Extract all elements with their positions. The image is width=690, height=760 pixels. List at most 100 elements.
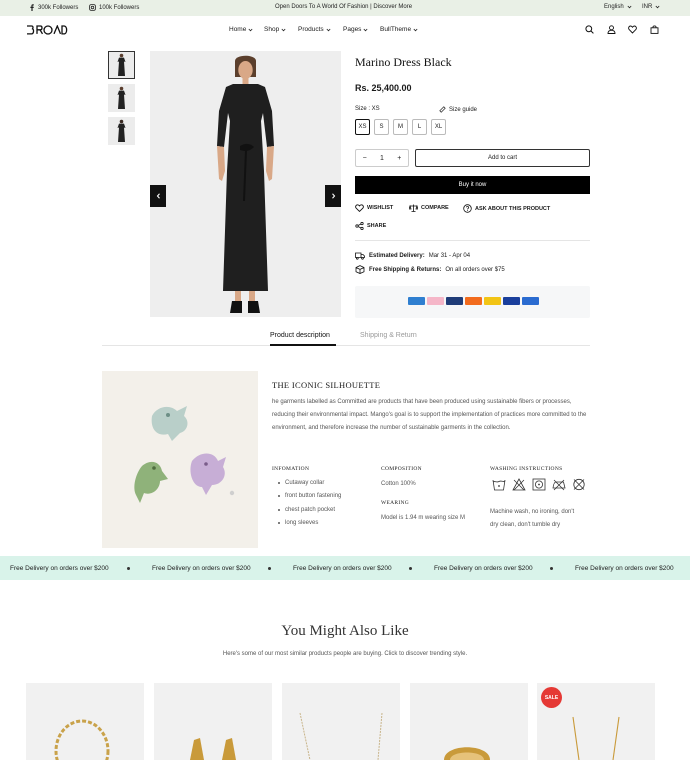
dress-thumbnail [117, 53, 126, 76]
product-main-image [150, 51, 341, 317]
related-product-card[interactable] [26, 683, 144, 760]
wishlist-header-button[interactable] [628, 25, 637, 34]
decrease-quantity-button[interactable]: − [363, 155, 367, 162]
paypal-icon [522, 297, 539, 305]
instagram-followers[interactable]: 100k Followers [89, 4, 139, 11]
sale-badge: SALE [541, 687, 562, 708]
share-label: SHARE [367, 223, 387, 229]
size-guide-link[interactable]: Size guide [439, 106, 477, 113]
gallery-next-button[interactable] [325, 185, 341, 207]
bag-icon [650, 25, 659, 34]
size-option-xs[interactable]: XS [355, 119, 370, 135]
marquee-text: Free Delivery on orders over $200 [10, 565, 109, 572]
description-heading: THE ICONIC SILHOUETTE [272, 380, 381, 390]
nav-products[interactable]: Products [298, 26, 331, 33]
tab-product-description[interactable]: Product description [270, 332, 330, 339]
currency-selector[interactable]: INR [642, 4, 660, 10]
marquee-dot [127, 567, 130, 570]
language-selector[interactable]: English [604, 4, 632, 10]
quantity-value[interactable]: 1 [380, 155, 384, 162]
related-product-card[interactable] [154, 683, 272, 760]
size-option-s[interactable]: S [374, 119, 389, 135]
wishlist-button[interactable]: WISHLIST [355, 204, 393, 212]
size-guide-text: Size guide [449, 106, 478, 113]
mastercard-icon [465, 297, 482, 305]
question-icon [463, 204, 472, 213]
shipping-value: On all orders over $75 [445, 266, 505, 273]
share-icon [355, 222, 364, 230]
quantity-stepper: − 1 + [355, 149, 409, 167]
buy-now-button[interactable]: Buy it now [355, 176, 590, 194]
information-item: chest patch pocket [278, 507, 335, 513]
share-button[interactable]: SHARE [355, 222, 386, 230]
information-item: long sleeves [278, 520, 318, 526]
nav-pages-label: Pages [343, 26, 362, 33]
size-label: Size : XS [355, 106, 380, 112]
marquee-dot [268, 567, 271, 570]
visa-icon [503, 297, 520, 305]
chevron-right-icon [331, 193, 335, 199]
product-price: Rs. 25,400.00 [355, 83, 412, 93]
marquee-text: Free Delivery on orders over $200 [434, 565, 533, 572]
nav-bulltheme[interactable]: BullTheme [380, 26, 418, 33]
search-button[interactable] [585, 25, 594, 34]
nav-products-label: Products [298, 26, 324, 33]
marquee-text: Free Delivery on orders over $200 [575, 565, 674, 572]
size-option-xl[interactable]: XL [431, 119, 446, 135]
information-item-text: Cutaway collar [285, 480, 325, 486]
washing-title: WASHING INSTRUCTIONS [490, 466, 563, 472]
product-thumbnail-2[interactable] [108, 84, 135, 112]
announcement-text: Open Doors To A World Of Fashion | Disco… [275, 4, 413, 10]
currency-value: INR [642, 4, 653, 10]
logo[interactable] [26, 25, 68, 35]
no-bleach-icon [512, 478, 526, 491]
language-value: English [604, 4, 624, 10]
related-product-card[interactable] [282, 683, 400, 760]
delivery-label: Estimated Delivery: [369, 253, 425, 259]
account-button[interactable] [607, 25, 616, 34]
ask-question-button[interactable]: ASK ABOUT THIS PRODUCT [463, 204, 550, 213]
size-option-m[interactable]: M [393, 119, 408, 135]
marquee-dot [550, 567, 553, 570]
heart-icon [628, 25, 637, 34]
size-option-l[interactable]: L [412, 119, 427, 135]
product-thumbnail-1[interactable] [108, 51, 135, 79]
washing-text-line-2: dry clean, don't tumble dry [490, 522, 561, 528]
cart-button[interactable] [650, 25, 659, 34]
divider [355, 240, 590, 241]
delivery-value: Mar 31 - Apr 04 [428, 253, 471, 259]
user-icon [607, 25, 616, 34]
wearing-value: Model is 1.94 m wearing size M [381, 515, 466, 521]
nav-home-label: Home [229, 26, 247, 33]
nav-home[interactable]: Home [229, 26, 253, 33]
add-to-cart-button[interactable]: Add to cart [415, 149, 590, 167]
compare-button[interactable]: COMPARE [409, 204, 449, 212]
no-dry-clean-icon [573, 478, 585, 491]
tumble-dry-icon [532, 478, 546, 491]
facebook-followers[interactable]: 300k Followers [29, 4, 78, 11]
related-title: You Might Also Like [281, 623, 409, 639]
information-title: INFOMATION [272, 466, 310, 472]
increase-quantity-button[interactable]: + [397, 155, 401, 162]
marquee-text: Free Delivery on orders over $200 [152, 565, 251, 572]
dress-thumbnail [117, 86, 126, 109]
nav-shop[interactable]: Shop [264, 26, 286, 33]
discover-icon [446, 297, 463, 305]
information-item-text: front button fastening [285, 493, 342, 499]
nav-pages[interactable]: Pages [343, 26, 368, 33]
search-icon [585, 25, 594, 34]
announcement[interactable]: Open Doors To A World Of Fashion | Disco… [275, 4, 412, 10]
information-item-text: long sleeves [285, 520, 319, 526]
facebook-followers-text: 300k Followers [38, 4, 79, 11]
related-product-card[interactable] [410, 683, 528, 760]
marquee-text: Free Delivery on orders over $200 [293, 565, 392, 572]
wishlist-label: WISHLIST [367, 205, 394, 211]
gallery-prev-button[interactable] [150, 185, 166, 207]
tab-shipping-return[interactable]: Shipping & Return [360, 332, 417, 339]
no-iron-icon [552, 479, 566, 491]
information-item: Cutaway collar [278, 480, 324, 486]
nav-shop-label: Shop [264, 26, 280, 33]
top-bar: 300k Followers 100k Followers Open Doors… [0, 0, 690, 16]
information-item-text: chest patch pocket [285, 507, 336, 513]
product-thumbnail-3[interactable] [108, 117, 135, 145]
